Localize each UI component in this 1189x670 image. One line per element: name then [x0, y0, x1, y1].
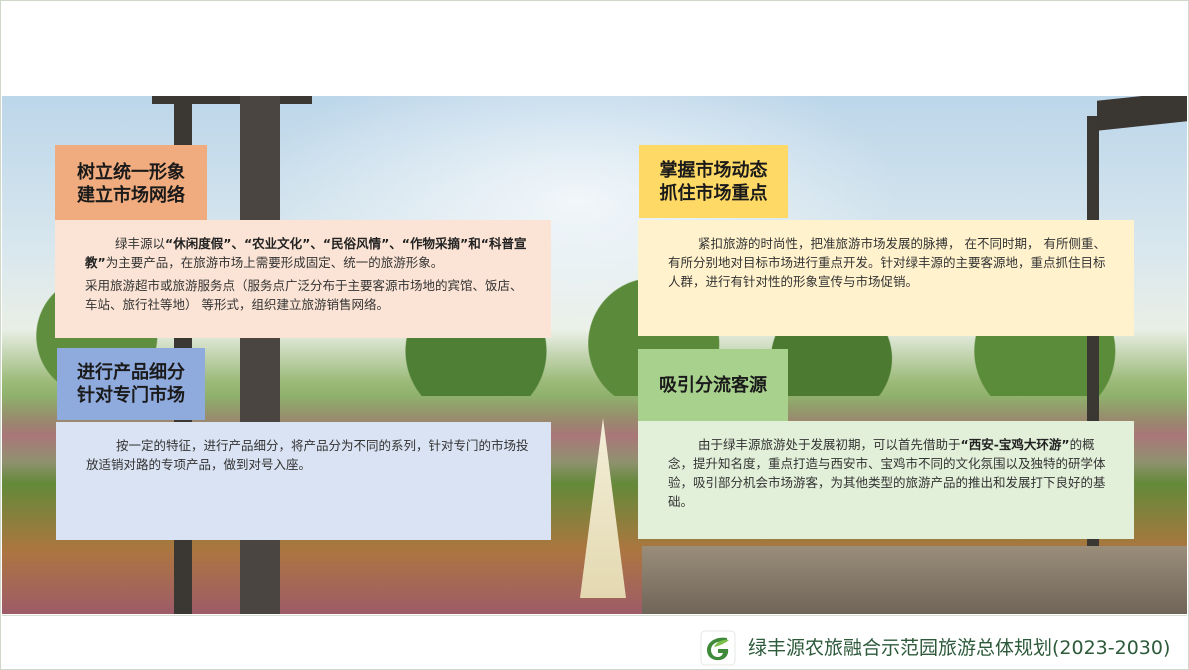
- panel-2-title-line2: 抓住市场重点: [659, 182, 768, 204]
- panel-4-title: 吸引分流客源: [638, 349, 788, 421]
- panel-1-text: 绿丰源以: [115, 236, 166, 251]
- panel-4-para-1: 由于绿丰源旅游处于发展初期，可以首先借助于“西安-宝鸡大环游”的概念，提升知名度…: [668, 435, 1116, 511]
- panel-2-body: 紧扣旅游的时尚性，把准旅游市场发展的脉搏， 在不同时期， 有所侧重、有所分别地对…: [638, 220, 1134, 336]
- panel-1-body: 绿丰源以“休闲度假”、“农业文化”、“民俗风情”、“作物采摘”和“科普宣教”为主…: [55, 220, 551, 338]
- pergola-post: [1087, 116, 1099, 614]
- panel-1-para-1: 绿丰源以“休闲度假”、“农业文化”、“民俗风情”、“作物采摘”和“科普宣教”为主…: [85, 234, 533, 272]
- leaf-g-logo-icon: [700, 630, 736, 666]
- panel-2-para-1: 紧扣旅游的时尚性，把准旅游市场发展的脉搏， 在不同时期， 有所侧重、有所分别地对…: [668, 236, 1106, 289]
- panel-3-body: 按一定的特征，进行产品细分，将产品分为不同的系列，针对专门的市场投放适销对路的专…: [56, 422, 551, 540]
- panel-4-title-line1: 吸引分流客源: [659, 374, 767, 396]
- panel-3-title-line2: 针对专门市场: [77, 385, 185, 406]
- panel-2-title-line1: 掌握市场动态: [659, 159, 768, 181]
- panel-4-body: 由于绿丰源旅游处于发展初期，可以首先借助于“西安-宝鸡大环游”的概念，提升知名度…: [638, 421, 1134, 539]
- panel-1-para-2: 采用旅游超市或旅游服务点（服务点广泛分布于主要客源市场地的宾馆、饭店、车站、旅行…: [85, 278, 523, 312]
- panel-1-title-line1: 树立统一形象: [77, 161, 185, 183]
- footer-divider: [2, 615, 1187, 616]
- panel-3-para-1: 按一定的特征，进行产品细分，将产品分为不同的系列，针对专门的市场投放适销对路的专…: [86, 438, 529, 472]
- patio-deck: [642, 546, 1187, 614]
- panel-3-title-line1: 进行产品细分: [77, 362, 185, 383]
- panel-2-title: 掌握市场动态 抓住市场重点: [639, 145, 788, 218]
- panel-1-title-line2: 建立市场网络: [77, 184, 185, 206]
- footer-title: 绿丰源农旅融合示范园旅游总体规划(2023-2030): [748, 637, 1171, 659]
- panel-1-title: 树立统一形象 建立市场网络: [55, 145, 207, 222]
- panel-4-highlight: “西安-宝鸡大环游”: [960, 437, 1070, 452]
- panel-4-text: 由于绿丰源旅游处于发展初期，可以首先借助于: [698, 437, 961, 452]
- panel-3-title: 进行产品细分 针对专门市场: [57, 348, 205, 420]
- awning: [1097, 96, 1187, 131]
- panel-1-text: 为主要产品，在旅游市场上需要形成固定、统一的旅游形象。: [105, 255, 444, 270]
